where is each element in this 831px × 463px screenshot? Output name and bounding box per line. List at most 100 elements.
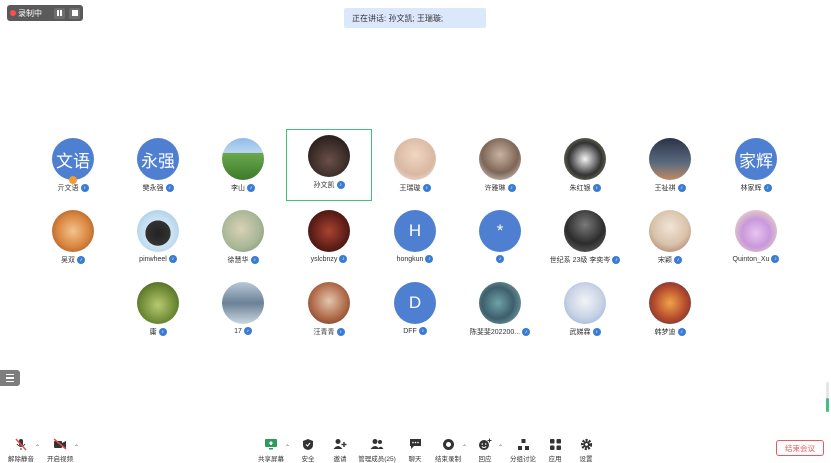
participant-avatar [735,210,777,252]
share-screen-label: 共享屏幕 [258,456,284,463]
mic-muted-icon [14,437,28,451]
participant-avatar [564,282,606,324]
mic-status-icon: ♪ [425,255,434,263]
participant-tile[interactable]: 汪青青 ♪ [287,277,371,347]
participant-tile[interactable]: 韩梦迪 ♪ [628,277,712,347]
participant-tile[interactable]: 永强 樊永强 ♪ [116,133,200,203]
participant-tile[interactable]: 徐慧华 ♪ [201,205,285,275]
invite-button[interactable]: 邀请 [323,432,357,463]
participant-name-row: 亓文语 ♪ [31,183,115,193]
participant-tile[interactable]: 武娣霖 ♪ [543,277,627,347]
participant-name-row: 吴双 ♪ [31,255,115,265]
breakout-button[interactable]: 分组讨论 [506,432,540,463]
participant-avatar: * [479,210,521,252]
participant-tile[interactable]: * ♪ [458,205,542,275]
participant-tile[interactable]: 王瑞璇 ♪ [373,133,457,203]
participant-name-row: 韩梦迪 ♪ [628,327,712,337]
participant-tile[interactable]: 世纪系 23级 李奕岑 ♪ [543,205,627,275]
participant-avatar [564,210,606,252]
manage-members-button[interactable]: 管理成员(25) [358,432,396,463]
mic-status-icon: ♪ [165,184,174,192]
mic-status-icon: ♪ [336,328,345,336]
share-screen-button[interactable]: 共享屏幕 [254,432,288,463]
participant-tile[interactable]: 朱红银 ♪ [543,133,627,203]
participant-name-row: 孙文凯 ♪ [287,180,371,190]
participant-name: 李山 [231,185,245,192]
video-options-chevron-icon[interactable]: ⌃ [74,444,79,451]
end-meeting-button[interactable]: 结束会议 [776,440,824,456]
start-video-label: 开启视频 [47,456,73,463]
participant-tile[interactable]: 许雅琳 ♪ [458,133,542,203]
participant-name: 徐慧华 [227,257,249,264]
share-options-chevron-icon[interactable]: ⌃ [285,444,290,451]
participant-name: 韩梦迪 [654,329,676,336]
participant-tile[interactable]: 庸 ♪ [116,277,200,347]
participant-tile[interactable]: 孙文凯 ♪ [286,129,372,201]
participant-name: 许雅琳 [484,185,506,192]
pause-icon [57,10,62,16]
record-dot-icon [10,10,16,16]
participant-tile[interactable]: 吴双 ♪ [31,205,115,275]
recording-options-chevron-icon[interactable]: ⌃ [462,444,467,451]
participant-name: 世纪系 23级 李奕岑 [549,257,611,264]
mic-status-icon: ♪ [168,255,177,263]
participant-avatar [394,138,436,180]
participant-name-row: hongkun ♪ [373,255,457,263]
reactions-button[interactable]: 回应 [468,432,502,463]
reactions-chevron-icon[interactable]: ⌃ [498,444,503,451]
participant-tile[interactable]: 文语 亓文语 ♪ [31,133,115,203]
mic-status-icon: ♪ [80,184,89,192]
participant-name: 樊永强 [142,185,164,192]
unmute-label: 解除静音 [8,456,34,463]
participant-tile[interactable]: Hhongkun ♪ [373,205,457,275]
mic-status-icon: ♪ [496,255,504,263]
participant-tile[interactable]: 宋颖 ♪ [628,205,712,275]
participant-list-toggle[interactable] [0,370,20,386]
participant-name: 孙文凯 [313,182,335,189]
participant-name: 宋颖 [658,257,672,264]
participant-name-row: ♪ [458,255,542,263]
pause-recording-button[interactable] [54,7,65,19]
participant-name-row: 徐慧华 ♪ [201,255,285,265]
participant-name: 17 [234,327,242,335]
participant-tile[interactable]: 家辉 林家辉 ♪ [714,133,798,203]
participant-tile[interactable]: 陈斐斐202200... ♪ [458,277,542,347]
participant-name-row: 樊永强 ♪ [116,183,200,193]
security-button[interactable]: 安全 [291,432,325,463]
participant-avatar [52,210,94,252]
participant-tile[interactable]: pinwheel ♪ [116,205,200,275]
participant-tile[interactable]: D DFF ♪ [373,277,457,347]
recording-indicator: 录制中 [7,5,83,21]
participant-avatar [479,282,521,324]
chat-button[interactable]: 聊天 [398,432,432,463]
participant-avatar [649,282,691,324]
mic-status-icon: ♪ [250,256,259,264]
apps-button[interactable]: 应用 [538,432,572,463]
participant-avatar [137,282,179,324]
participant-name-row: 王祉祺 ♪ [628,183,712,193]
participant-tile[interactable]: 王祉祺 ♪ [628,133,712,203]
settings-label: 设置 [579,456,593,463]
participant-tile[interactable]: Quinton_Xu ♪ [714,205,798,275]
mic-status-icon: ♪ [677,328,686,336]
mic-status-icon: ♪ [77,256,85,264]
audio-options-chevron-icon[interactable]: ⌃ [35,444,40,451]
participant-tile[interactable]: yslcbnzy ♪ [287,205,371,275]
participant-tile[interactable]: 李山 ♪ [201,133,285,203]
participant-name: 汪青青 [313,329,335,336]
participant-avatar: H [394,210,436,252]
start-video-button[interactable]: 开启视频 [43,432,77,463]
chat-icon [408,437,422,451]
stop-recording-button[interactable] [69,7,80,19]
invite-icon [333,437,347,451]
end-recording-button[interactable]: 结束录制 [431,432,465,463]
unmute-button[interactable]: 解除静音 [4,432,38,463]
gear-icon [579,437,593,451]
settings-button[interactable]: 设置 [569,432,603,463]
participant-name-row: pinwheel ♪ [116,255,200,263]
shield-icon [301,437,315,451]
participant-avatar [564,138,606,180]
participant-name-row: Quinton_Xu ♪ [714,255,798,263]
participant-tile[interactable]: 17 ♪ [201,277,285,347]
audio-level-indicator [826,382,829,412]
